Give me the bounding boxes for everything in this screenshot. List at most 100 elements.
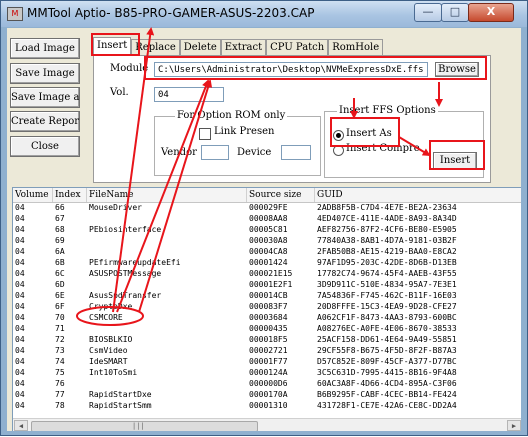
table-cell: 04 (15, 225, 25, 234)
link-present-checkbox[interactable] (199, 128, 211, 140)
scroll-right-icon[interactable]: ▶ (507, 420, 521, 431)
table-row[interactable]: 04 6A 00004CA8 2FAB50B8-AE15-4219-BAA0-E8CA… (13, 247, 521, 257)
tab-cpu-patch[interactable]: CPU Patch (266, 39, 329, 55)
table-row[interactable]: 04 78 RapidStartSmm 00001310 431728F1-CE7E-4… (13, 401, 521, 411)
close-window-button[interactable]: X (468, 3, 514, 22)
table-cell: 000000D6 (249, 379, 288, 388)
tab-delete[interactable]: Delete (179, 39, 221, 55)
table-cell: 0000124A (249, 368, 288, 377)
table-cell: A062CF1F-8473-4AA3-8793-600BC (317, 313, 457, 322)
table-cell: CSMCORE (89, 313, 123, 322)
column-guid[interactable]: GUID (315, 188, 521, 202)
table-cell: PEbiosinterface (89, 225, 162, 234)
table-cell: 6F (55, 302, 65, 311)
table-cell: 04 (15, 291, 25, 300)
table-cell: D57C852E-809F-45CF-A377-D77BC (317, 357, 457, 366)
table-row[interactable]: 04 6B PEfirmwareupdateEfi 00001424 97AF1D95-… (13, 258, 521, 268)
module-path-field[interactable]: C:\Users\Administrator\Desktop\NVMeExpre… (154, 62, 428, 77)
column-index[interactable]: Index (53, 188, 87, 202)
table-cell: 78 (55, 401, 65, 410)
table-cell: 000030A8 (249, 236, 288, 245)
table-cell: 76 (55, 379, 65, 388)
table-row[interactable]: 04 76 000000D6 60AC3A8F-4D66-4CD4-895A-C3F0… (13, 379, 521, 389)
module-list[interactable]: Volume Index FileName Source size GUID 0… (12, 187, 521, 431)
insert-ffs-options-title: Insert FFS Options (337, 105, 438, 116)
table-cell: 2ADB8F5B-C7D4-4E7E-BE2A-23634 (317, 203, 457, 212)
table-cell: 04 (15, 379, 25, 388)
device-field[interactable] (281, 145, 311, 160)
table-row[interactable]: 04 6D 00001E2F1 3D9D911C-510E-4834-95A7-7E3… (13, 280, 521, 290)
table-cell: 29CF55F8-B675-4F5D-8F2F-B87A3 (317, 346, 457, 355)
table-row[interactable]: 04 72 BIOSBLKIO 000018F5 25ACF158-DD61-4E64-… (13, 335, 521, 345)
table-cell: 04 (15, 203, 25, 212)
tab-extract[interactable]: Extract (220, 39, 267, 55)
tab-insert[interactable]: Insert (93, 37, 132, 56)
table-cell: 72 (55, 335, 65, 344)
device-label: Device (237, 147, 272, 158)
table-cell: 000021E15 (249, 269, 293, 278)
table-cell: 4ED407CE-411E-4ADE-8A93-8A34D (317, 214, 457, 223)
maximize-button[interactable]: □ (441, 3, 469, 22)
table-cell: 04 (15, 313, 25, 322)
insert-compressed-radio[interactable] (333, 145, 344, 156)
table-cell (87, 214, 247, 224)
save-image-button[interactable]: Save Image (10, 63, 80, 84)
table-cell: 00008AA8 (249, 214, 288, 223)
table-cell (87, 236, 247, 246)
vol-field[interactable]: 04 (154, 87, 224, 102)
table-cell: 04 (15, 280, 25, 289)
insert-as-label: Insert As (346, 128, 392, 139)
table-cell: 04 (15, 357, 25, 366)
title-bar[interactable]: M MMTool Aptio- B85-PRO-GAMER-ASUS-2203.… (1, 1, 527, 27)
vendor-field[interactable] (201, 145, 229, 160)
table-cell: 6D (55, 280, 65, 289)
column-source-size[interactable]: Source size (247, 188, 315, 202)
table-row[interactable]: 04 70 CSMCORE 00003684 A062CF1F-8473-4AA3-87… (13, 313, 521, 323)
column-filename[interactable]: FileName (87, 188, 247, 202)
tab-replace[interactable]: Replace (131, 39, 180, 55)
save-image-as-button[interactable]: Save Image as.. (10, 87, 80, 108)
table-cell: 71 (55, 324, 65, 333)
load-image-button[interactable]: Load Image (10, 38, 80, 59)
table-cell: 000029FE (249, 203, 288, 212)
insert-as-radio[interactable] (333, 130, 344, 141)
table-row[interactable]: 04 71 00000435 A08276EC-A0FE-4E06-8670-3853… (13, 324, 521, 334)
table-row[interactable]: 04 74 IdeSMART 00001F77 D57C852E-809F-45CF-A… (13, 357, 521, 367)
table-row[interactable]: 04 6C ASUSPOSTMessage 000021E15 17782C74-967… (13, 269, 521, 279)
table-row[interactable]: 04 67 00008AA8 4ED407CE-411E-4ADE-8A93-8A34… (13, 214, 521, 224)
table-cell: 67 (55, 214, 65, 223)
table-row[interactable]: 04 73 CsmVideo 00002721 29CF55F8-B675-4F5D-8… (13, 346, 521, 356)
table-cell: 04 (15, 236, 25, 245)
option-rom-group: For Option ROM only Link Presen Vendor D… (154, 110, 321, 176)
table-row[interactable]: 04 77 RapidStartDxe 0000170A B6B9295F-CABF-4… (13, 390, 521, 400)
vendor-label: Vendor (161, 147, 197, 158)
table-row[interactable]: 04 66 MouseDriver 000029FE 2ADB8F5B-C7D4-4E7… (13, 203, 521, 213)
browse-button[interactable]: Browse (435, 62, 479, 77)
table-row[interactable]: 04 68 PEbiosinterface 00005C81 AEF82756-87F2… (13, 225, 521, 235)
close-button[interactable]: Close (10, 136, 80, 157)
table-cell: 70 (55, 313, 65, 322)
scroll-left-icon[interactable]: ◀ (14, 420, 28, 431)
minimize-button[interactable]: — (414, 3, 442, 22)
table-row[interactable]: 04 6F CryptoDxe 000083F7 20D8FFFE-15C3-4EA9-… (13, 302, 521, 312)
table-cell: MouseDriver (89, 203, 142, 212)
table-cell: 04 (15, 269, 25, 278)
tab-romhole[interactable]: RomHole (328, 39, 384, 55)
table-cell: 04 (15, 401, 25, 410)
table-row[interactable]: 04 75 Int10ToSmi 0000124A 3C5C631D-7995-4415… (13, 368, 521, 378)
client-area: Load Image Save Image Save Image as.. Cr… (7, 28, 521, 431)
column-volume[interactable]: Volume (13, 188, 53, 202)
vol-label: Vol. (110, 87, 129, 98)
table-cell (87, 280, 247, 290)
scroll-thumb[interactable]: ||| (31, 421, 258, 431)
horizontal-scrollbar[interactable]: ◀ ||| ▶ (13, 418, 521, 431)
table-cell: 04 (15, 346, 25, 355)
insert-button[interactable]: Insert (433, 152, 477, 170)
table-cell: A08276EC-A0FE-4E06-8670-38533 (317, 324, 457, 333)
table-row[interactable]: 04 6E AsusSpdTransfer 000014CB 7A54836F-F745… (13, 291, 521, 301)
table-cell: IdeSMART (89, 357, 128, 366)
table-cell: 000018F5 (249, 335, 288, 344)
create-report-button[interactable]: Create Report (10, 111, 80, 132)
insert-ffs-options-group: Insert FFS Options Insert As Insert Comp… (324, 105, 484, 178)
table-row[interactable]: 04 69 000030A8 77840A38-8AB1-4D7A-9181-03B2… (13, 236, 521, 246)
